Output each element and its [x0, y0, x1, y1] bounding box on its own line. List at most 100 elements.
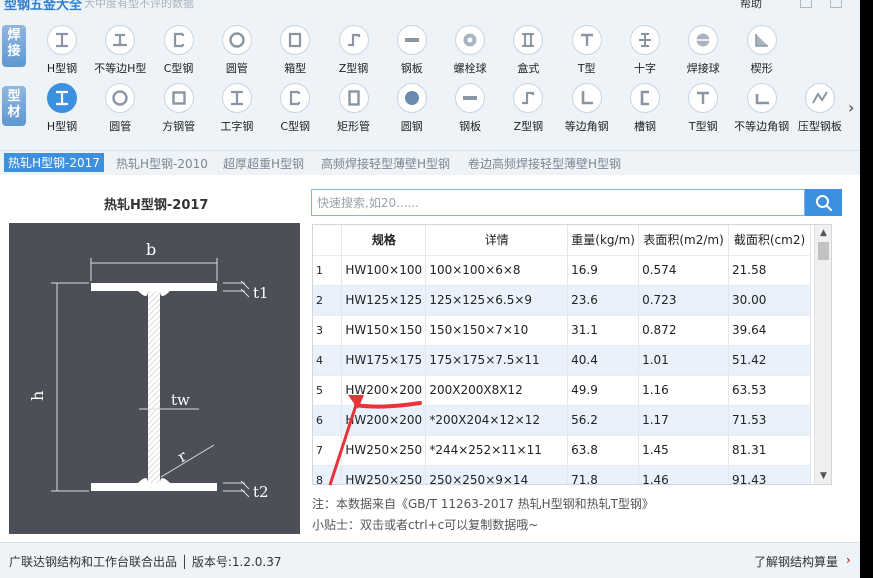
weld-item-0[interactable]: H型钢	[33, 25, 91, 81]
table-cell[interactable]: 16.9	[567, 255, 640, 286]
profile-item-8[interactable]: Z型钢	[499, 83, 557, 139]
table-cell[interactable]: HW125×125	[341, 285, 427, 316]
table-cell[interactable]: 23.6	[567, 285, 640, 316]
profile-item-9[interactable]: 等边角钢	[558, 83, 616, 139]
search-button[interactable]	[805, 189, 842, 216]
table-cell[interactable]: 0.574	[638, 255, 730, 286]
table-cell[interactable]: 31.1	[567, 315, 640, 346]
profile-item-4[interactable]: C型钢	[266, 83, 324, 139]
search-input[interactable]	[312, 190, 804, 215]
scroll-down-icon[interactable]: ▼	[815, 468, 831, 484]
col-header-surface[interactable]: 表面积(m2/m)	[638, 225, 730, 256]
table-cell[interactable]: 40.4	[567, 345, 640, 376]
subtab-hot-rolled-2010[interactable]: 热轧H型钢-2010	[116, 155, 208, 172]
minimize-button[interactable]	[800, 0, 812, 8]
profile-item-0[interactable]: H型钢	[33, 83, 91, 139]
weld-item-label: H型钢	[46, 62, 78, 75]
table-cell[interactable]: 91.43	[728, 465, 811, 484]
weld-item-5[interactable]: Z型钢	[325, 25, 383, 81]
table-cell[interactable]: 1.17	[638, 405, 730, 436]
table-cell[interactable]: *244×252×11×11	[425, 435, 569, 466]
table-scrollbar[interactable]: ▲ ▼	[814, 225, 831, 484]
table-cell[interactable]: 30.00	[728, 285, 811, 316]
profile-item-7[interactable]: 钢板	[441, 83, 499, 139]
weld-item-12[interactable]: 楔形	[733, 25, 791, 81]
weld-item-3[interactable]: 圆管	[208, 25, 266, 81]
table-row[interactable]: 3 HW150×150 150×150×7×10 31.1 0.872 39.64	[313, 315, 811, 346]
profile-item-13[interactable]: 压型钢板	[791, 83, 849, 139]
table-cell[interactable]: HW100×100	[341, 255, 427, 286]
weld-item-6[interactable]: 钢板	[383, 25, 441, 81]
table-cell[interactable]: 0.723	[638, 285, 730, 316]
profile-item-2[interactable]: 方钢管	[150, 83, 208, 139]
profile-item-3[interactable]: 工字钢	[208, 83, 266, 139]
table-cell[interactable]: 39.64	[728, 315, 811, 346]
table-cell[interactable]: 175×175×7.5×11	[425, 345, 569, 376]
col-header-weight[interactable]: 重量(kg/m)	[567, 225, 640, 256]
subtab-hot-rolled-2017[interactable]: 热轧H型钢-2017	[4, 153, 104, 172]
h-beam-diagram: b h t1 t2 tw r	[9, 223, 300, 534]
profile-item-1[interactable]: 圆管	[91, 83, 149, 139]
weld-item-1[interactable]: 不等边H型	[91, 25, 149, 81]
help-link[interactable]: 帮助	[740, 0, 762, 11]
table-cell[interactable]: 250×250×9×14	[425, 465, 569, 484]
table-cell[interactable]: 1.46	[638, 465, 730, 484]
learn-more-link[interactable]: 了解钢结构算量	[754, 553, 838, 570]
app-window: 型钢五金大全 大中度有型不评的数据 帮助 焊接 型材 H型钢 不等边H型 C型钢 圆管…	[0, 0, 860, 578]
weld-item-8[interactable]: 盒式	[499, 25, 557, 81]
table-row[interactable]: 1 HW100×100 100×100×6×8 16.9 0.574 21.58	[313, 255, 811, 286]
profile-item-6[interactable]: 圆钢	[383, 83, 441, 139]
table-row[interactable]: 2 HW125×125 125×125×6.5×9 23.6 0.723 30.00	[313, 285, 811, 316]
weld-item-2[interactable]: C型钢	[150, 25, 208, 81]
weld-item-11[interactable]: 焊接球	[674, 25, 732, 81]
category-tab-profile[interactable]: 型材	[2, 86, 26, 126]
category-tab-weld[interactable]: 焊接	[2, 25, 26, 67]
table-cell[interactable]: 1.45	[638, 435, 730, 466]
weld-item-label: 不等边H型	[94, 62, 147, 75]
table-cell[interactable]: 200X200X8X12	[425, 375, 569, 406]
table-cell[interactable]: HW175×175	[341, 345, 427, 376]
subtab-extra-thick[interactable]: 超厚超重H型钢	[223, 155, 304, 172]
weld-item-label: 十字	[634, 62, 656, 75]
table-cell[interactable]: 71.53	[728, 405, 811, 436]
col-header-spec[interactable]: 规格	[341, 225, 427, 256]
col-header-area[interactable]: 截面积(cm2)	[728, 225, 811, 256]
profile-item-11[interactable]: T型钢	[674, 83, 732, 139]
weld-item-7[interactable]: 螺栓球	[441, 25, 499, 81]
profile-item-5[interactable]: 矩形管	[325, 83, 383, 139]
table-row[interactable]: 4 HW175×175 175×175×7.5×11 40.4 1.01 51.42	[313, 345, 811, 376]
table-cell[interactable]: 1.01	[638, 345, 730, 376]
table-cell[interactable]: 49.9	[567, 375, 640, 406]
table-cell[interactable]: 100×100×6×8	[425, 255, 569, 286]
subtab-hf-welded-curled[interactable]: 卷边高频焊接轻型薄壁H型钢	[468, 155, 621, 172]
col-header-detail[interactable]: 详情	[425, 225, 569, 256]
weld-item-10[interactable]: 十字	[616, 25, 674, 81]
table-cell[interactable]: 81.31	[728, 435, 811, 466]
subtab-hf-welded-thin[interactable]: 高频焊接轻型薄壁H型钢	[321, 155, 450, 172]
profile-item-10[interactable]: 槽钢	[616, 83, 674, 139]
round-pipe-icon	[105, 83, 136, 113]
weld-item-4[interactable]: 箱型	[266, 25, 324, 81]
table-cell[interactable]: 71.8	[567, 465, 640, 484]
table-cell[interactable]: HW150×150	[341, 315, 427, 346]
table-cell[interactable]: 63.53	[728, 375, 811, 406]
scroll-thumb[interactable]	[818, 242, 829, 260]
table-cell[interactable]: 125×125×6.5×9	[425, 285, 569, 316]
profile-item-12[interactable]: 不等边角钢	[733, 83, 791, 139]
table-cell[interactable]: 150×150×7×10	[425, 315, 569, 346]
profile-item-label: 不等边角钢	[734, 120, 790, 133]
chevron-right-icon[interactable]: ›	[848, 98, 854, 117]
app-subtitle: 大中度有型不评的数据	[84, 0, 194, 10]
table-cell[interactable]: 1.16	[638, 375, 730, 406]
close-button[interactable]	[830, 0, 842, 8]
table-cell[interactable]: 51.42	[728, 345, 811, 376]
table-cell[interactable]: 21.58	[728, 255, 811, 286]
table-cell[interactable]: 63.8	[567, 435, 640, 466]
table-cell[interactable]: 56.2	[567, 405, 640, 436]
scroll-up-icon[interactable]: ▲	[815, 225, 831, 241]
chevron-right-icon[interactable]: ›	[846, 553, 851, 567]
weld-item-9[interactable]: T型	[558, 25, 616, 81]
web	[148, 291, 160, 483]
table-cell[interactable]: 0.872	[638, 315, 730, 346]
table-cell[interactable]: *200X204×12×12	[425, 405, 569, 436]
